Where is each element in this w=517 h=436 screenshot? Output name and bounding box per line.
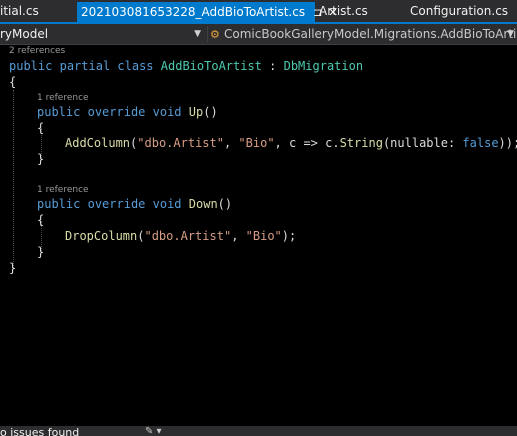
code-line-class-close: }: [9, 260, 16, 276]
indent-guide: [13, 90, 14, 268]
class-icon: ⚙: [210, 28, 220, 41]
codelens-up-references[interactable]: 1 reference: [37, 92, 89, 104]
method-call: DropColumn: [65, 229, 138, 243]
code-punctuation: (): [217, 197, 233, 211]
tab-label: Configuration.cs: [410, 4, 509, 18]
keyword: override: [87, 105, 146, 119]
keyword: public: [9, 59, 53, 73]
code-line-drop-column: DropColumn("dbo.Artist", "Bio");: [65, 228, 296, 244]
open-brace: {: [37, 213, 45, 227]
tab-label: itial.cs: [0, 4, 39, 18]
code-punctuation: ,: [231, 229, 246, 243]
nav-divider: [207, 26, 208, 42]
code-punctuation: (): [203, 105, 218, 119]
document-tab-bar: itial.cs 202103081653228_AddBioToArtist.…: [0, 0, 517, 23]
tab-add-bio-to-artist[interactable]: 202103081653228_AddBioToArtist.cs ⊐ ✕: [77, 2, 338, 23]
tab-label: 202103081653228_AddBioToArtist.cs: [81, 5, 306, 19]
keyword: void: [152, 105, 182, 119]
member-dropdown[interactable]: ⚙ ComicBookGalleryModel.Migrations.AddBio…: [210, 24, 517, 44]
keyword: public: [37, 105, 81, 119]
tab-configuration[interactable]: Configuration.cs: [410, 2, 508, 21]
issues-status[interactable]: o issues found: [0, 427, 79, 436]
tab-initial[interactable]: itial.cs: [0, 2, 39, 21]
keyword: void: [152, 197, 182, 211]
open-brace: {: [9, 75, 17, 89]
status-bar: o issues found ✎ ▾: [0, 426, 517, 436]
base-class-name: DbMigration: [283, 59, 364, 73]
code-line-up-open: {: [37, 120, 44, 136]
code-line-up-signature: public override void Up(): [37, 104, 218, 120]
code-punctuation: :: [447, 136, 463, 150]
code-punctuation: ,: [223, 136, 239, 150]
code-line-class: public partial class AddBioToArtist : Db…: [9, 58, 363, 74]
string-literal: "Bio": [245, 229, 282, 243]
keyword: partial: [59, 59, 111, 73]
code-punctuation: );: [281, 229, 297, 243]
method-call: String: [339, 136, 383, 150]
code-line-down-close: }: [37, 244, 44, 260]
close-brace: }: [9, 261, 17, 275]
codelens-class-references[interactable]: 2 references: [9, 45, 65, 57]
keyword: override: [87, 197, 146, 211]
member-name: ComicBookGalleryModel.Migrations.AddBioT…: [224, 27, 517, 41]
parameter-name: nullable: [390, 136, 448, 150]
method-call: AddColumn: [65, 136, 131, 150]
string-literal: "dbo.Artist": [137, 136, 224, 150]
lambda-expression: c => c.: [289, 136, 340, 150]
code-line-class-open: {: [9, 74, 16, 90]
method-name: Down: [188, 197, 218, 211]
chevron-down-icon: ▼: [194, 29, 201, 39]
close-brace: }: [37, 152, 45, 166]
code-line-add-column: AddColumn("dbo.Artist", "Bio", c => c.St…: [65, 135, 517, 151]
codelens-down-references[interactable]: 1 reference: [37, 184, 89, 196]
brush-icon[interactable]: ✎ ▾: [145, 426, 162, 436]
tab-artist[interactable]: Artist.cs: [319, 2, 368, 21]
open-brace: {: [37, 121, 45, 135]
keyword: class: [117, 59, 154, 73]
project-name: ryModel: [0, 27, 49, 41]
tab-label: Artist.cs: [319, 4, 368, 18]
string-literal: "dbo.Artist": [144, 229, 232, 243]
navigation-bar: ryModel ▼ ⚙ ComicBookGalleryModel.Migrati…: [0, 24, 517, 45]
code-line-down-open: {: [37, 212, 44, 228]
keyword: false: [462, 136, 499, 150]
code-punctuation: ));: [498, 136, 517, 150]
close-brace: }: [37, 245, 45, 259]
code-line-down-signature: public override void Down(): [37, 196, 232, 212]
string-literal: "Bio": [238, 136, 275, 150]
project-dropdown[interactable]: ryModel ▼: [0, 24, 205, 44]
code-punctuation: :: [261, 59, 284, 73]
chevron-down-icon: ▼: [507, 29, 514, 39]
code-line-up-close: }: [37, 151, 44, 167]
method-name: Up: [188, 105, 204, 119]
class-name: AddBioToArtist: [160, 59, 262, 73]
keyword: public: [37, 197, 81, 211]
code-punctuation: ,: [274, 136, 289, 150]
code-editor[interactable]: 2 references public partial class AddBio…: [0, 44, 517, 426]
